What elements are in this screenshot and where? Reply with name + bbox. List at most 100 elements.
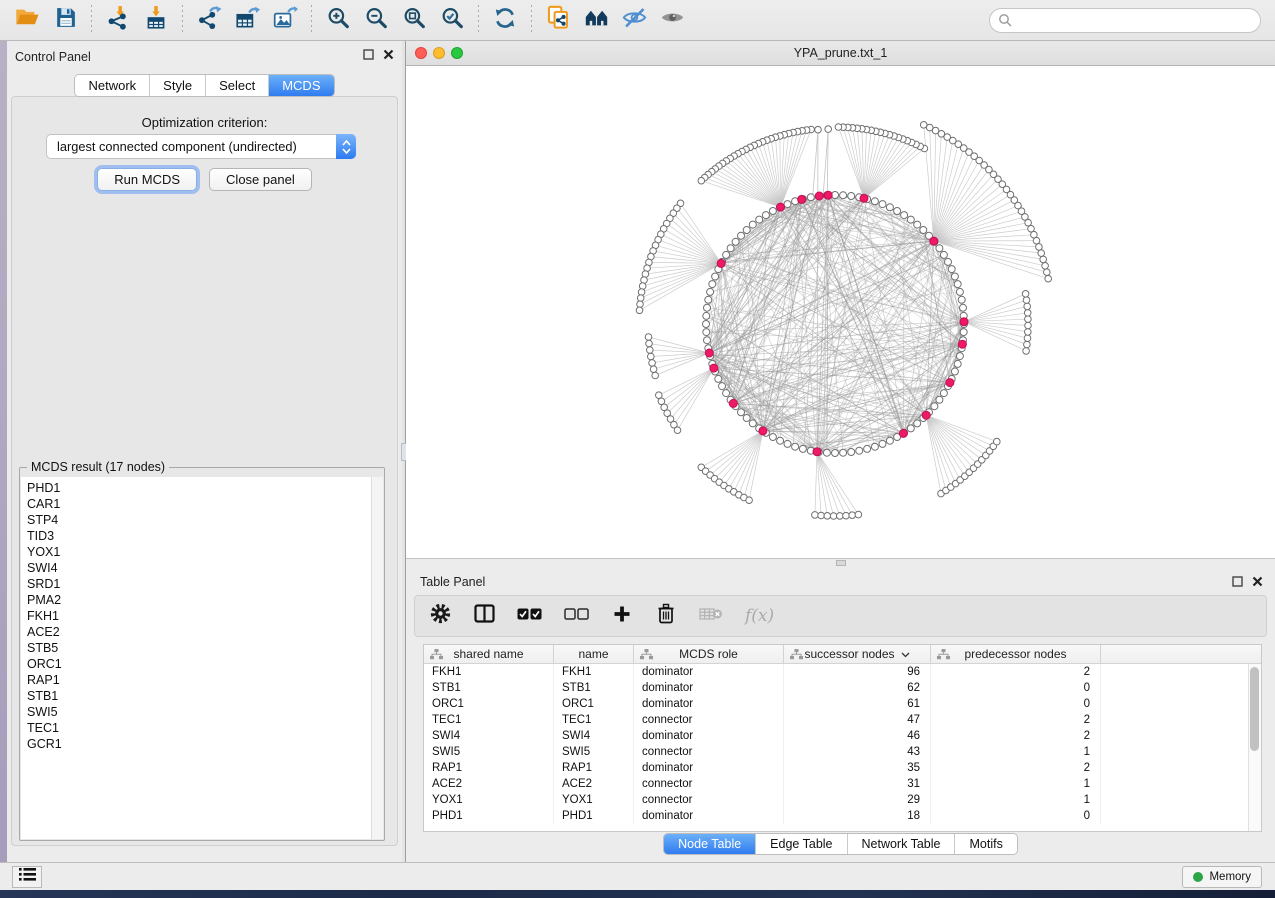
tab-edge-table[interactable]: Edge Table (755, 834, 846, 854)
table-row[interactable]: SWI4SWI4dominator462 (424, 728, 1261, 744)
mcds-node-item[interactable]: TEC1 (21, 720, 371, 736)
close-panel-icon[interactable] (1252, 574, 1263, 592)
export-table-button[interactable] (228, 3, 266, 37)
mcds-node-item[interactable]: STB1 (21, 688, 371, 704)
new-network-from-selection-button[interactable] (539, 3, 577, 37)
select-all-button[interactable] (517, 603, 542, 629)
zoom-selected-button[interactable] (433, 3, 471, 37)
window-minimize-traffic-light[interactable] (433, 47, 445, 59)
table-row[interactable]: ACE2ACE2connector311 (424, 776, 1261, 792)
table-scrollbar[interactable] (1248, 664, 1261, 831)
close-panel-button[interactable]: Close panel (209, 168, 312, 191)
zoom-in-button[interactable] (319, 3, 357, 37)
function-builder-button[interactable]: f(x) (745, 603, 774, 629)
delete-table-button[interactable] (699, 603, 723, 629)
network-graph[interactable] (406, 66, 1275, 558)
float-panel-icon[interactable] (1232, 574, 1243, 592)
network-window-titlebar[interactable]: YPA_prune.txt_1 (406, 41, 1275, 66)
zoom-out-button[interactable] (357, 3, 395, 37)
criterion-dropdown-value: largest connected component (undirected) (47, 139, 336, 154)
table-row[interactable]: TEC1TEC1connector472 (424, 712, 1261, 728)
criterion-dropdown[interactable]: largest connected component (undirected) (46, 134, 356, 159)
table-row[interactable]: STB1STB1dominator620 (424, 680, 1261, 696)
mcds-node-item[interactable]: RAP1 (21, 672, 371, 688)
refresh-button[interactable] (486, 3, 524, 37)
mcds-node-item[interactable]: ORC1 (21, 656, 371, 672)
column-header-predecessor-nodes[interactable]: predecessor nodes (931, 645, 1101, 663)
table-cell: ACE2 (554, 776, 634, 792)
hide-selected-button[interactable] (615, 3, 653, 37)
show-all-button[interactable] (653, 3, 691, 37)
zoom-in-icon (325, 5, 351, 36)
table-panel-tabs: Node TableEdge TableNetwork TableMotifs (406, 833, 1275, 855)
table-cell: TEC1 (424, 712, 554, 728)
add-column-button[interactable] (611, 603, 633, 629)
deselect-all-button[interactable] (564, 603, 589, 629)
column-header-successor-nodes[interactable]: successor nodes (784, 645, 931, 663)
horizontal-splitter[interactable] (406, 558, 1275, 566)
tab-network[interactable]: Network (75, 75, 149, 96)
table-row[interactable]: SWI5SWI5connector431 (424, 744, 1261, 760)
export-network-button[interactable] (190, 3, 228, 37)
mcds-node-item[interactable]: ACE2 (21, 624, 371, 640)
mcds-node-item[interactable]: SWI4 (21, 560, 371, 576)
table-cell: ORC1 (424, 696, 554, 712)
mcds-list-scrollbar[interactable] (371, 477, 383, 839)
table-row[interactable]: ORC1ORC1dominator610 (424, 696, 1261, 712)
export-image-button[interactable] (266, 3, 304, 37)
mcds-node-item[interactable]: CAR1 (21, 496, 371, 512)
mcds-node-item[interactable]: GCR1 (21, 736, 371, 752)
mcds-node-item[interactable]: STB5 (21, 640, 371, 656)
first-neighbors-button[interactable] (577, 3, 615, 37)
export-image-icon (272, 5, 298, 36)
delete-column-button[interactable] (655, 603, 677, 629)
table-row[interactable]: PHD1PHD1dominator180 (424, 808, 1261, 824)
task-history-button[interactable] (12, 866, 42, 888)
table-cell: connector (634, 792, 784, 808)
tab-network-table[interactable]: Network Table (847, 834, 955, 854)
import-table-button[interactable] (137, 3, 175, 37)
mcds-node-item[interactable]: FKH1 (21, 608, 371, 624)
tab-motifs[interactable]: Motifs (954, 834, 1016, 854)
table-row[interactable]: RAP1RAP1dominator352 (424, 760, 1261, 776)
mcds-node-item[interactable]: YOX1 (21, 544, 371, 560)
column-header-name[interactable]: name (554, 645, 634, 663)
table-settings-button[interactable] (429, 603, 451, 629)
search-input[interactable] (989, 8, 1261, 33)
mcds-node-item[interactable]: PMA2 (21, 592, 371, 608)
mcds-node-item[interactable]: STP4 (21, 512, 371, 528)
tab-node-table[interactable]: Node Table (664, 834, 755, 854)
network-canvas[interactable] (406, 66, 1275, 558)
hide-eye-icon (621, 4, 648, 36)
table-row[interactable]: YOX1YOX1connector291 (424, 792, 1261, 808)
mcds-node-item[interactable]: TID3 (21, 528, 371, 544)
mcds-node-item[interactable]: SRD1 (21, 576, 371, 592)
desktop-strip (0, 41, 7, 862)
toggle-columns-button[interactable] (473, 603, 495, 629)
memory-button[interactable]: Memory (1182, 866, 1262, 888)
window-zoom-traffic-light[interactable] (451, 47, 463, 59)
tab-select[interactable]: Select (205, 75, 268, 96)
table-cell: 2 (931, 760, 1101, 776)
save-session-button[interactable] (46, 3, 84, 37)
dropdown-stepper-icon (336, 134, 356, 159)
toolbar-separator (182, 5, 183, 35)
mcds-node-item[interactable]: PHD1 (21, 480, 371, 496)
close-panel-icon[interactable] (383, 49, 394, 63)
import-network-button[interactable] (99, 3, 137, 37)
tab-mcds[interactable]: MCDS (268, 75, 333, 96)
float-panel-icon[interactable] (363, 49, 374, 63)
open-file-button[interactable] (8, 3, 46, 37)
table-scrollbar-thumb[interactable] (1250, 667, 1259, 751)
window-close-traffic-light[interactable] (415, 47, 427, 59)
table-cell: 47 (784, 712, 931, 728)
table-cell: dominator (634, 808, 784, 824)
table-row[interactable]: FKH1FKH1dominator962 (424, 664, 1261, 680)
zoom-fit-button[interactable] (395, 3, 433, 37)
run-mcds-button[interactable]: Run MCDS (97, 168, 197, 191)
column-label: MCDS role (679, 647, 738, 661)
column-header-shared-name[interactable]: shared name (424, 645, 554, 663)
mcds-node-item[interactable]: SWI5 (21, 704, 371, 720)
tab-style[interactable]: Style (149, 75, 205, 96)
column-header-MCDS-role[interactable]: MCDS role (634, 645, 784, 663)
